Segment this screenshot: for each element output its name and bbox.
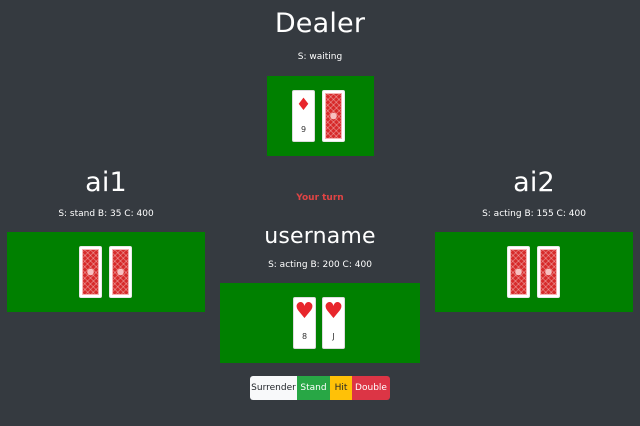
dealer-card-2-facedown (322, 90, 345, 142)
ai2-name: ai2 (513, 167, 555, 198)
player-card-1: ♥ 8 (293, 297, 316, 349)
card-back-pattern (540, 249, 557, 295)
player-card-2: ♥ J (322, 297, 345, 349)
ai2-status: S: acting B: 155 C: 400 (482, 209, 586, 219)
card-back-pattern (325, 93, 342, 139)
player-card-1-rank: 8 (301, 332, 308, 341)
ai2-hand-area (435, 232, 633, 312)
heart-icon: ♥ (323, 299, 344, 324)
player-name: username (264, 224, 376, 249)
heart-icon: ♥ (294, 299, 315, 324)
player-status: S: acting B: 200 C: 400 (268, 260, 372, 270)
dealer-card-1-rank: 9 (300, 125, 307, 134)
ai1-card-1-facedown (79, 246, 102, 298)
dealer-status: S: waiting (297, 52, 343, 62)
diamond-icon: ♦ (295, 95, 312, 115)
hit-button[interactable]: Hit (330, 376, 352, 400)
ai1-card-2-facedown (109, 246, 132, 298)
surrender-button[interactable]: Surrender (250, 376, 297, 400)
card-back-pattern (112, 249, 129, 295)
ai2-card-1-facedown (507, 246, 530, 298)
double-button[interactable]: Double (352, 376, 390, 400)
dealer-hand-area: ♦ 9 (267, 76, 374, 156)
dealer-card-1: ♦ 9 (292, 90, 315, 142)
player-card-2-rank: J (332, 332, 335, 341)
ai2-card-2-facedown (537, 246, 560, 298)
card-back-pattern (82, 249, 99, 295)
card-back-pattern (510, 249, 527, 295)
ai1-status: S: stand B: 35 C: 400 (58, 209, 154, 219)
player-hand-area: ♥ 8 ♥ J (220, 283, 420, 363)
dealer-name: Dealer (274, 8, 366, 39)
ai1-name: ai1 (85, 167, 127, 198)
ai1-hand-area (7, 232, 205, 312)
stand-button[interactable]: Stand (297, 376, 330, 400)
turn-message: Your turn (296, 193, 344, 203)
